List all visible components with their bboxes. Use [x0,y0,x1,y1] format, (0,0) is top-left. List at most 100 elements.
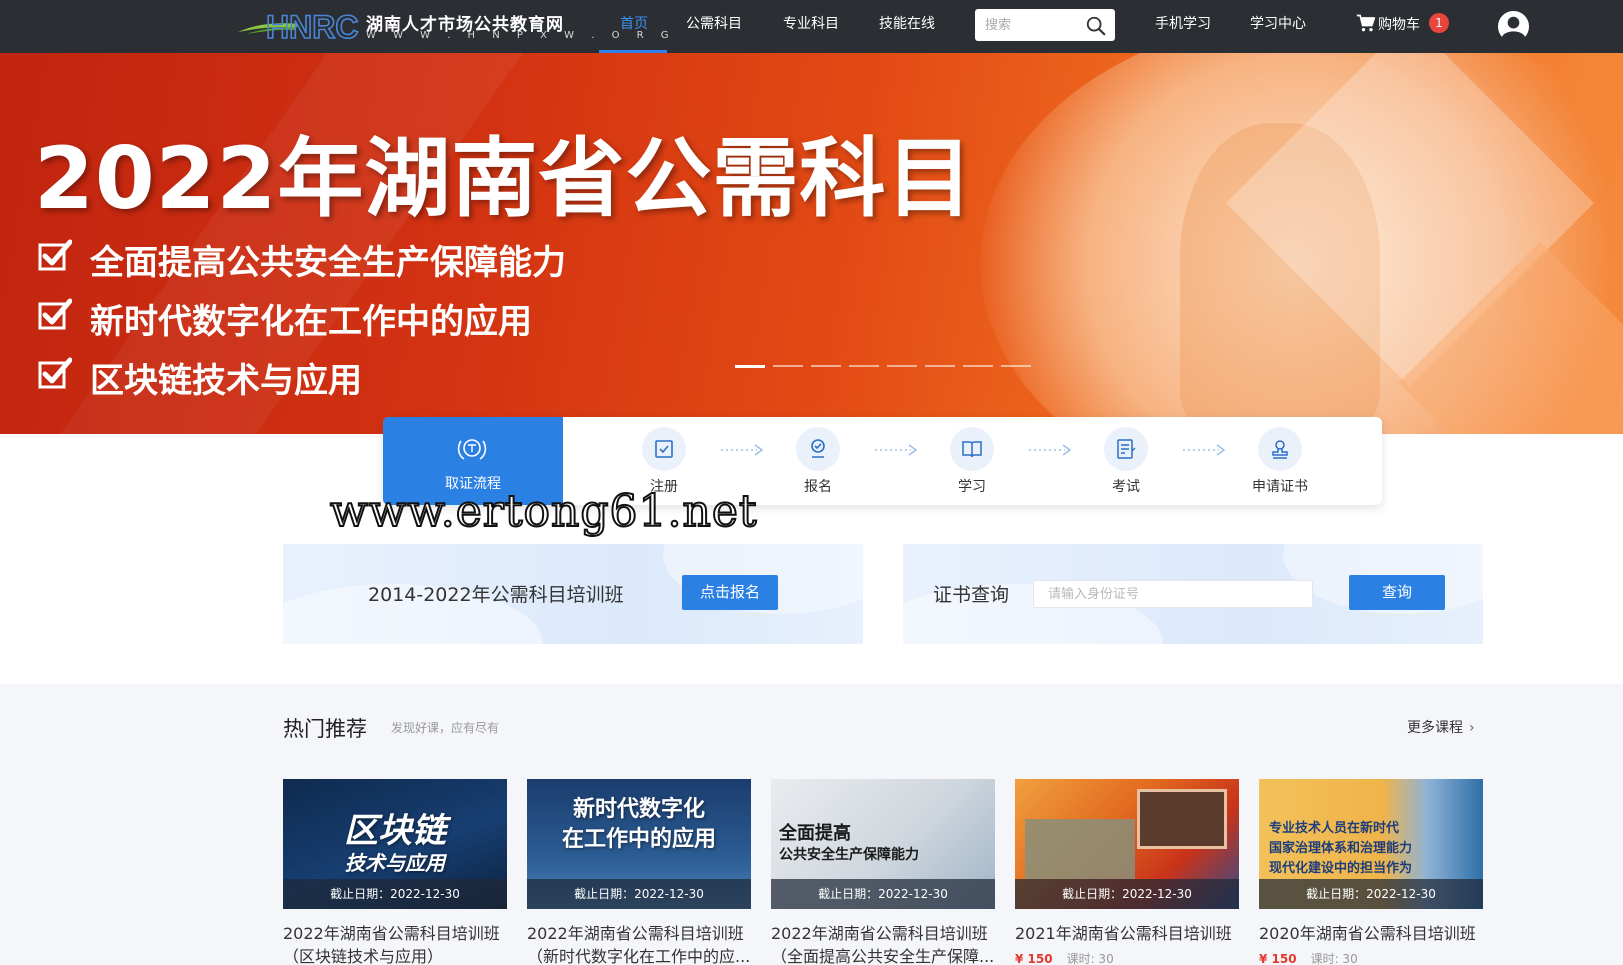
id-number-field-wrap [1033,580,1313,608]
checklist-icon [655,440,673,458]
thumbnail-subtitle: 国家治理体系和治理能力 [1269,841,1413,856]
course-card[interactable]: 截止日期：2022-12-30 2021年湖南省公需科目培训班 ¥ 150 课时:… [1015,779,1239,965]
site-logo[interactable]: HNRC 湖南人才市场公共教育网 W W W . H N P X W . O R… [236,8,669,44]
course-thumbnail[interactable]: 全面提高 公共安全生产保障能力 截止日期：2022-12-30 [771,779,995,909]
hero-banner[interactable]: 2022年湖南省公需科目 全面提高公共安全生产保障能力 新时代数字化在工作中的应… [0,53,1623,434]
enroll-card-text: 2014-2022年公需科目培训班 [368,584,624,606]
carousel-dot[interactable] [1001,365,1031,367]
more-courses-label: 更多课程 [1407,720,1463,736]
course-price: ¥ 150 [1259,952,1297,965]
carousel-dot[interactable] [811,365,841,367]
enroll-button[interactable]: 点击报名 [682,575,778,610]
course-deadline: 截止日期：2022-12-30 [527,879,751,909]
banner-point-text: 区块链技术与应用 [90,361,362,401]
carousel-dot[interactable] [887,365,917,367]
arrow-right-icon [1183,444,1226,456]
search-input[interactable] [985,9,1080,41]
course-name[interactable]: 2022年湖南省公需科目培训班 [771,920,995,944]
course-name[interactable]: 2022年湖南省公需科目培训班 [283,920,507,944]
course-card[interactable]: 全面提高 公共安全生产保障能力 截止日期：2022-12-30 2022年湖南省… [771,779,995,965]
course-deadline: 截止日期：2022-12-30 [771,879,995,909]
chevron-right-icon: › [1469,720,1475,736]
thumbnail-subtitle: 现代化建设中的担当作为 [1269,861,1413,876]
carousel-dot[interactable] [963,365,993,367]
course-price: ¥ 150 [1015,952,1053,965]
thumbnail-photo [1025,819,1135,879]
banner-title: 2022年湖南省公需科目 [34,129,974,229]
cart-icon [1356,14,1376,32]
nav-professional-subjects[interactable]: 专业科目 [783,0,839,53]
course-name[interactable]: 2020年湖南省公需科目培训班 [1259,920,1483,944]
carousel-dot[interactable] [925,365,955,367]
nav-public-subjects[interactable]: 公需科目 [686,0,742,53]
checkbox-checked-icon [38,239,72,271]
query-button[interactable]: 查询 [1349,575,1445,610]
banner-point-text: 全面提高公共安全生产保障能力 [90,243,566,283]
thumbnail-title: 区块链 [344,811,446,851]
course-deadline: 截止日期：2022-12-30 [283,879,507,909]
cart-count-badge: 1 [1429,13,1449,33]
price-row: ¥ 150 课时: 30 [1015,950,1239,965]
step-label: 考试 [1112,479,1140,495]
thumbnail-photo [1137,789,1227,849]
banner-point-text: 新时代数字化在工作中的应用 [90,302,532,342]
step-study[interactable]: 学习 [932,425,1012,497]
cart-label: 购物车 [1378,17,1420,33]
course-subtitle: （区块链技术与应用） [283,947,444,965]
course-card[interactable]: 专业技术人员在新时代 国家治理体系和治理能力 现代化建设中的担当作为 截止日期：… [1259,779,1483,965]
carousel-dot[interactable] [773,365,803,367]
thumbnail-subtitle: 技术与应用 [345,851,445,875]
step-icon-bg [1258,427,1302,471]
exam-paper-icon [1117,439,1136,459]
certificate-query-label: 证书查询 [933,584,1010,606]
page: HNRC 湖南人才市场公共教育网 W W W . H N P X W . O R… [0,0,1623,965]
course-card[interactable]: 新时代数字化 在工作中的应用 截止日期：2022-12-30 2022年湖南省公… [527,779,751,965]
step-label: 报名 [804,479,832,495]
checkbox-checked-icon [38,357,72,389]
medal-icon [457,439,487,460]
step-exam[interactable]: 考试 [1086,425,1166,497]
carousel-indicators [735,365,1035,369]
step-icon-bg [796,427,840,471]
course-thumbnail[interactable]: 新时代数字化 在工作中的应用 截止日期：2022-12-30 [527,779,751,909]
carousel-dot[interactable] [849,365,879,367]
price-row: ¥ 150 课时: 30 [1259,950,1483,965]
course-thumbnail[interactable]: 区块链 技术与应用 截止日期：2022-12-30 [283,779,507,909]
course-hours: 课时: 30 [1066,952,1114,965]
book-icon [962,441,982,458]
course-subtitle: （新时代数字化在工作中的应... [527,947,751,965]
course-name[interactable]: 2021年湖南省公需科目培训班 [1015,920,1239,944]
search-icon[interactable] [1085,15,1107,37]
logo-mark-icon: HNRC [238,10,359,44]
course-card[interactable]: 区块链 技术与应用 截止日期：2022-12-30 2022年湖南省公需科目培训… [283,779,507,965]
course-thumbnail[interactable]: 截止日期：2022-12-30 [1015,779,1239,909]
step-label: 学习 [958,479,986,495]
search-box [975,9,1115,41]
course-thumbnail[interactable]: 专业技术人员在新时代 国家治理体系和治理能力 现代化建设中的担当作为 截止日期：… [1259,779,1483,909]
course-name[interactable]: 2022年湖南省公需科目培训班 [527,920,751,944]
nav-mobile-learning[interactable]: 手机学习 [1155,0,1211,53]
arrow-right-icon [1029,444,1072,456]
id-number-input[interactable] [1034,581,1312,607]
course-subtitle: （全面提高公共安全生产保障... [771,947,995,965]
step-icon-bg [1104,427,1148,471]
sign-up-icon [811,439,825,458]
svg-text:HNRC: HNRC [266,10,358,44]
thumbnail-subtitle: 在工作中的应用 [561,827,716,852]
nav-study-center[interactable]: 学习中心 [1250,0,1306,53]
nav-home[interactable]: 首页 [620,0,648,53]
stamp-icon [1272,440,1288,459]
arrow-right-icon [721,444,764,456]
enroll-card: 2014-2022年公需科目培训班 点击报名 [283,544,863,644]
step-icon-bg [642,427,686,471]
step-icon-bg [950,427,994,471]
step-apply-certificate[interactable]: 申请证书 [1240,425,1320,497]
more-courses-link[interactable]: 更多课程 › [1407,717,1475,737]
section-subtitle: 发现好课，应有尽有 [391,721,500,735]
step-enroll[interactable]: 报名 [778,425,858,497]
top-navbar: HNRC 湖南人才市场公共教育网 W W W . H N P X W . O R… [0,0,1623,53]
carousel-dot[interactable] [735,365,765,368]
watermark-text: www.ertong61.net [329,485,758,538]
user-avatar-icon[interactable] [1497,10,1530,43]
nav-skills-online[interactable]: 技能在线 [879,0,935,53]
